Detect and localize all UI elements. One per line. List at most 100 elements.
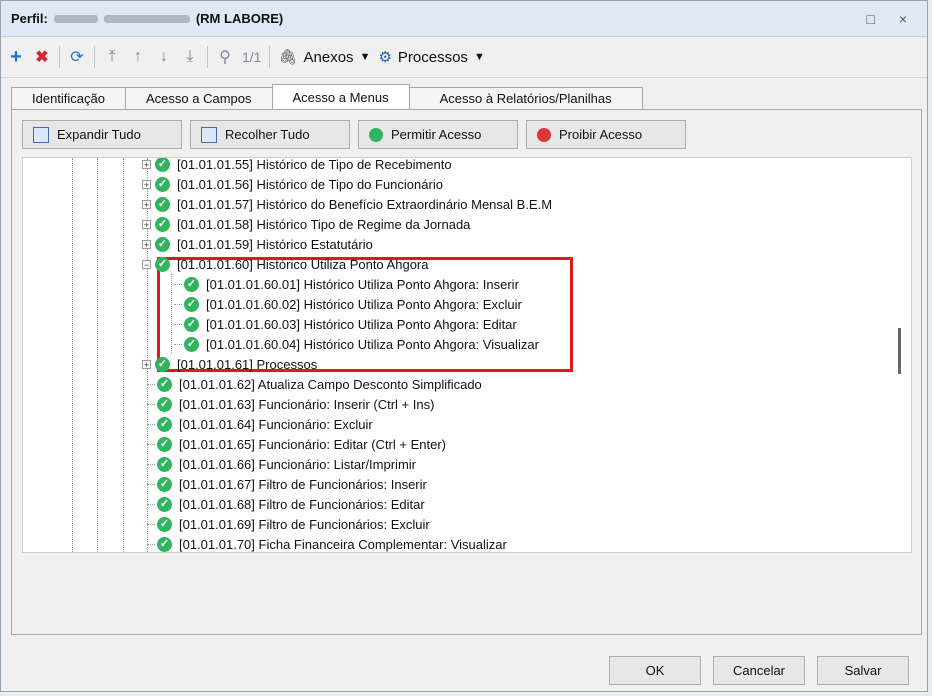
tree-row[interactable]: − ✓ [01.01.01.60] Histórico Utiliza Ponto …: [142, 254, 428, 274]
tree-row[interactable]: ✓ [01.01.01.60.03] Histórico Utiliza Pont…: [169, 314, 517, 334]
tree-row[interactable]: + ✓ [01.01.01.58] Histórico Tipo de Regime…: [142, 214, 470, 234]
expand-toggle-icon[interactable]: −: [142, 259, 151, 269]
tree-row[interactable]: + ✓ [01.01.01.61] Processos: [142, 354, 317, 374]
up-icon[interactable]: ↑: [129, 48, 147, 66]
action-buttons: Expandir Tudo Recolher Tudo Permitir Ace…: [22, 120, 686, 149]
tree-label: [01.01.01.56] Histórico de Tipo do Funci…: [177, 176, 443, 192]
delete-icon[interactable]: ✖: [33, 47, 51, 67]
collapse-label: Recolher Tudo: [225, 127, 310, 142]
deny-label: Proibir Acesso: [559, 127, 643, 142]
tree-label: [01.01.01.55] Histórico de Tipo de Receb…: [177, 157, 452, 172]
window-controls[interactable]: □ ×: [866, 11, 917, 27]
check-icon: ✓: [157, 416, 172, 432]
expand-toggle-icon[interactable]: +: [142, 359, 151, 369]
tree-label: [01.01.01.59] Histórico Estatutário: [177, 236, 373, 252]
tree-row[interactable]: ✓ [01.01.01.60.01] Histórico Utiliza Pont…: [169, 274, 519, 294]
tree-row[interactable]: ✓ [01.01.01.60.04] Histórico Utiliza Pont…: [169, 334, 539, 354]
processos-menu[interactable]: ⚙ Processos ▼: [378, 48, 485, 67]
check-icon: ✓: [157, 436, 172, 452]
check-icon: ✓: [184, 276, 199, 292]
profile-window: Perfil: (RM LABORE) □ × + ✖ ⟳ ⤒ ↑ ↓ ⤓ ⚲ …: [0, 0, 928, 692]
check-icon: ✓: [155, 356, 170, 372]
deny-access-button[interactable]: Proibir Acesso: [526, 120, 686, 149]
add-icon[interactable]: +: [7, 46, 25, 69]
title-bar: Perfil: (RM LABORE) □ ×: [1, 1, 927, 37]
check-icon: ✓: [157, 496, 172, 512]
tree-label: [01.01.01.60.04] Histórico Utiliza Ponto…: [206, 336, 539, 352]
tree-row[interactable]: + ✓ [01.01.01.57] Histórico do Benefício E…: [142, 194, 552, 214]
tree-label: [01.01.01.62] Atualiza Campo Desconto Si…: [179, 376, 482, 392]
tree-connector: [147, 503, 155, 505]
expand-all-button[interactable]: Expandir Tudo: [22, 120, 182, 149]
cancel-button[interactable]: Cancelar: [713, 656, 805, 685]
allow-access-button[interactable]: Permitir Acesso: [358, 120, 518, 149]
tree-guide: [72, 158, 73, 552]
tree-label: [01.01.01.66] Funcionário: Listar/Imprim…: [179, 456, 416, 472]
expand-toggle-icon[interactable]: +: [142, 239, 151, 249]
last-icon[interactable]: ⤓: [181, 48, 199, 66]
redacted-name: [103, 14, 190, 23]
separator: [207, 46, 208, 68]
anexos-menu[interactable]: 🖇 Anexos ▼: [278, 48, 370, 67]
search-icon[interactable]: ⚲: [216, 47, 234, 67]
tree-row[interactable]: ✓ [01.01.01.65] Funcionário: Editar (Ctrl…: [142, 434, 446, 454]
check-icon: ✓: [157, 396, 172, 412]
tree-connector: [147, 523, 155, 525]
tree-row[interactable]: + ✓ [01.01.01.56] Histórico de Tipo do Fun…: [142, 174, 443, 194]
deny-icon: [537, 127, 551, 142]
check-icon: ✓: [157, 536, 172, 552]
tree-row[interactable]: ✓ [01.01.01.66] Funcionário: Listar/Impri…: [142, 454, 416, 474]
check-icon: ✓: [157, 516, 172, 532]
tree-row[interactable]: ✓ [01.01.01.64] Funcionário: Excluir: [142, 414, 373, 434]
tree-row[interactable]: + ✓ [01.01.01.59] Histórico Estatutário: [142, 234, 373, 254]
ok-button[interactable]: OK: [609, 656, 701, 685]
tree-connector: [147, 383, 155, 385]
first-icon[interactable]: ⤒: [103, 48, 121, 66]
tree-connector: [147, 463, 155, 465]
separator: [94, 46, 95, 68]
tree-row[interactable]: + ✓ [01.01.01.55] Histórico de Tipo de Rec…: [142, 157, 452, 174]
expand-toggle-icon[interactable]: +: [142, 219, 151, 229]
tree-row[interactable]: ✓ [01.01.01.62] Atualiza Campo Desconto S…: [142, 374, 482, 394]
scrollbar-thumb[interactable]: [898, 328, 901, 374]
tree-label: [01.01.01.58] Histórico Tipo de Regime d…: [177, 216, 471, 232]
tab-acesso-relatorios[interactable]: Acesso à Relatórios/Planilhas: [408, 87, 643, 109]
tree-row[interactable]: ✓ [01.01.01.67] Filtro de Funcionários: I…: [142, 474, 427, 494]
check-icon: ✓: [155, 196, 170, 212]
tab-identificacao[interactable]: Identificação: [11, 87, 126, 109]
expand-toggle-icon[interactable]: +: [142, 179, 151, 189]
tree-connector: [147, 423, 155, 425]
tree-row[interactable]: ✓ [01.01.01.70] Ficha Financeira Compleme…: [142, 534, 507, 552]
tree-label: [01.01.01.65] Funcionário: Editar (Ctrl …: [179, 436, 446, 452]
tab-acesso-menus[interactable]: Acesso a Menus: [271, 84, 410, 109]
tree-label: [01.01.01.67] Filtro de Funcionários: In…: [179, 476, 427, 492]
menu-tree[interactable]: + ✓ [01.01.01.55] Histórico de Tipo de Rec…: [22, 157, 912, 553]
down-icon[interactable]: ↓: [155, 48, 173, 66]
expand-toggle-icon[interactable]: +: [142, 159, 151, 169]
separator: [269, 46, 271, 68]
anexos-label: Anexos: [303, 48, 354, 66]
separator: [59, 46, 60, 68]
tree-row[interactable]: ✓ [01.01.01.69] Filtro de Funcionários: E…: [142, 514, 430, 534]
tree-connector: [174, 283, 182, 285]
tree-label: [01.01.01.61] Processos: [177, 356, 318, 372]
tree-label: [01.01.01.63] Funcionário: Inserir (Ctrl…: [179, 396, 435, 412]
check-icon: ✓: [184, 336, 199, 352]
tree-label: [01.01.01.64] Funcionário: Excluir: [179, 416, 373, 432]
tree-row[interactable]: ✓ [01.01.01.68] Filtro de Funcionários: E…: [142, 494, 425, 514]
tree-row[interactable]: ✓ [01.01.01.60.02] Histórico Utiliza Pont…: [169, 294, 522, 314]
tree-guide: [123, 158, 124, 552]
tree-connector: [147, 543, 155, 545]
tree-connector: [147, 443, 155, 445]
tree-row[interactable]: ✓ [01.01.01.63] Funcionário: Inserir (Ctr…: [142, 394, 434, 414]
refresh-icon[interactable]: ⟳: [68, 47, 86, 67]
save-button[interactable]: Salvar: [817, 656, 909, 685]
tree-label: [01.01.01.60.02] Histórico Utiliza Ponto…: [206, 296, 522, 312]
tab-panel: Expandir Tudo Recolher Tudo Permitir Ace…: [11, 109, 922, 635]
tab-acesso-campos[interactable]: Acesso a Campos: [125, 87, 273, 109]
processos-label: Processos: [397, 48, 468, 66]
dropdown-icon: ▼: [473, 51, 485, 63]
toolbar: + ✖ ⟳ ⤒ ↑ ↓ ⤓ ⚲ 1/1 🖇 Anexos ▼ ⚙ Process…: [1, 37, 927, 78]
expand-toggle-icon[interactable]: +: [142, 199, 151, 209]
collapse-all-button[interactable]: Recolher Tudo: [190, 120, 350, 149]
